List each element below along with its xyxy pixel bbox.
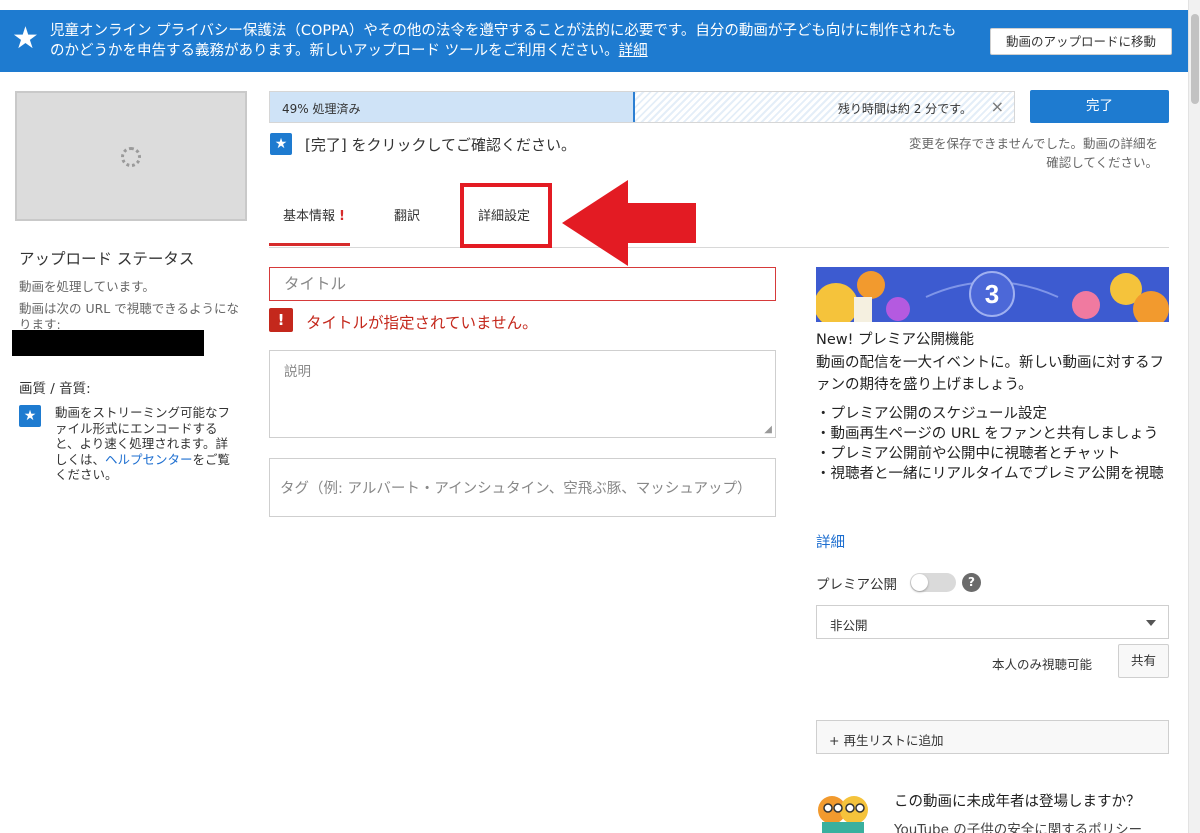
move-to-upload-button[interactable]: 動画のアップロードに移動 (990, 28, 1172, 55)
upload-status-title: アップロード ステータス (19, 250, 195, 268)
annotation-highlight-box (460, 183, 552, 248)
video-url-text: 動画は次の URL で視聴できるようになります: (19, 301, 239, 329)
tab-basic-info[interactable]: 基本情報! (283, 205, 345, 224)
resize-handle-icon[interactable]: ◢ (764, 424, 772, 435)
list-item: ・プレミア公開前や公開中に視聴者とチャット (816, 446, 1121, 462)
banner-message: 児童オンライン プライバシー保護法（COPPA）やその他の法令を遵守することが法… (50, 21, 970, 61)
minors-policy-text: YouTube の子供の安全に関するポリシー (894, 822, 1143, 833)
scrollbar-thumb[interactable] (1191, 14, 1199, 104)
processing-progress-bar: 49% 処理済み 残り時間は約 2 分です。 × (269, 91, 1015, 123)
premiere-feature-list: ・プレミア公開のスケジュール設定 ・動画再生ページの URL をファンと共有しま… (816, 404, 1168, 484)
loading-spinner-icon (121, 147, 141, 167)
visibility-selected: 非公開 (830, 618, 868, 633)
premiere-description: 動画の配信を一大イベントに。新しい動画に対するファンの期待を盛り上げましょう。 (816, 355, 1164, 393)
chevron-down-icon (1146, 620, 1156, 626)
tab-label: 基本情報 (283, 209, 336, 224)
save-error-text: 変更を保存できませんでした。動画の詳細を確認してください。 (908, 136, 1158, 170)
children-illustration-icon (818, 796, 868, 833)
quality-text: 動画をストリーミング可能なファイル形式にエンコードすると、より速く処理されます。… (55, 405, 235, 483)
done-button[interactable]: 完了 (1030, 90, 1169, 123)
video-thumbnail (15, 91, 247, 221)
help-center-link[interactable]: ヘルプセンター (105, 452, 193, 467)
tab-translation[interactable]: 翻訳 (394, 205, 420, 224)
list-item: ・動画再生ページの URL をファンと共有しましょう (816, 426, 1159, 442)
red-arrow-icon (562, 180, 696, 266)
add-to-playlist-button[interactable]: + 再生リストに追加 (816, 720, 1169, 754)
redacted-url (12, 330, 204, 356)
banner-text: 児童オンライン プライバシー保護法（COPPA）やその他の法令を遵守することが法… (50, 23, 957, 59)
star-icon: ★ (12, 21, 39, 56)
premiere-toggle[interactable] (910, 573, 956, 592)
premiere-toggle-label: プレミア公開 (816, 577, 897, 593)
premiere-details-link[interactable]: 詳細 (816, 531, 845, 552)
description-placeholder: 説明 (284, 364, 311, 380)
share-button[interactable]: 共有 (1118, 644, 1169, 678)
title-input[interactable]: タイトル (269, 267, 776, 301)
minors-question: この動画に未成年者は登場しますか？ (894, 794, 1141, 810)
visibility-note: 本人のみ視聴可能 (992, 657, 1093, 672)
error-icon: ! (269, 308, 293, 332)
scrollbar[interactable] (1188, 0, 1200, 833)
confirm-text: [完了] をクリックしてご確認ください。 (305, 136, 577, 154)
banner-details-link[interactable]: 詳細 (619, 43, 648, 59)
close-icon[interactable]: × (991, 97, 1004, 116)
alert-icon: ! (339, 209, 345, 224)
tabs-divider (269, 247, 1169, 248)
list-item: ・視聴者と一緒にリアルタイムでプレミア公開を視聴 (816, 466, 1164, 482)
active-tab-indicator (269, 243, 350, 246)
visibility-select[interactable]: 非公開 (816, 605, 1169, 639)
list-item: ・プレミア公開のスケジュール設定 (816, 406, 1047, 422)
star-icon: ★ (19, 405, 41, 427)
progress-percent: 49% 処理済み (282, 102, 361, 116)
playlist-button-label: + 再生リストに追加 (829, 733, 944, 748)
star-icon: ★ (270, 133, 292, 155)
description-textarea[interactable]: 説明 ◢ (269, 350, 776, 438)
tags-input[interactable]: タグ（例: アルバート・アインシュタイン、空飛ぶ豚、マッシュアップ） (269, 458, 776, 517)
premiere-banner-illustration: 3 (816, 267, 1169, 322)
premiere-title: New! プレミア公開機能 (816, 332, 975, 348)
tags-placeholder: タグ（例: アルバート・アインシュタイン、空飛ぶ豚、マッシュアップ） (280, 481, 752, 497)
title-error-text: タイトルが指定されていません。 (306, 314, 538, 332)
help-icon[interactable]: ? (962, 573, 981, 592)
premiere-banner-number: 3 (985, 279, 999, 309)
time-remaining: 残り時間は約 2 分です。 (837, 102, 972, 116)
toggle-knob (911, 574, 928, 591)
coppa-banner: ★ 児童オンライン プライバシー保護法（COPPA）やその他の法令を遵守すること… (0, 10, 1188, 72)
quality-title: 画質 / 音質: (19, 381, 91, 397)
processing-text: 動画を処理しています。 (19, 279, 155, 294)
